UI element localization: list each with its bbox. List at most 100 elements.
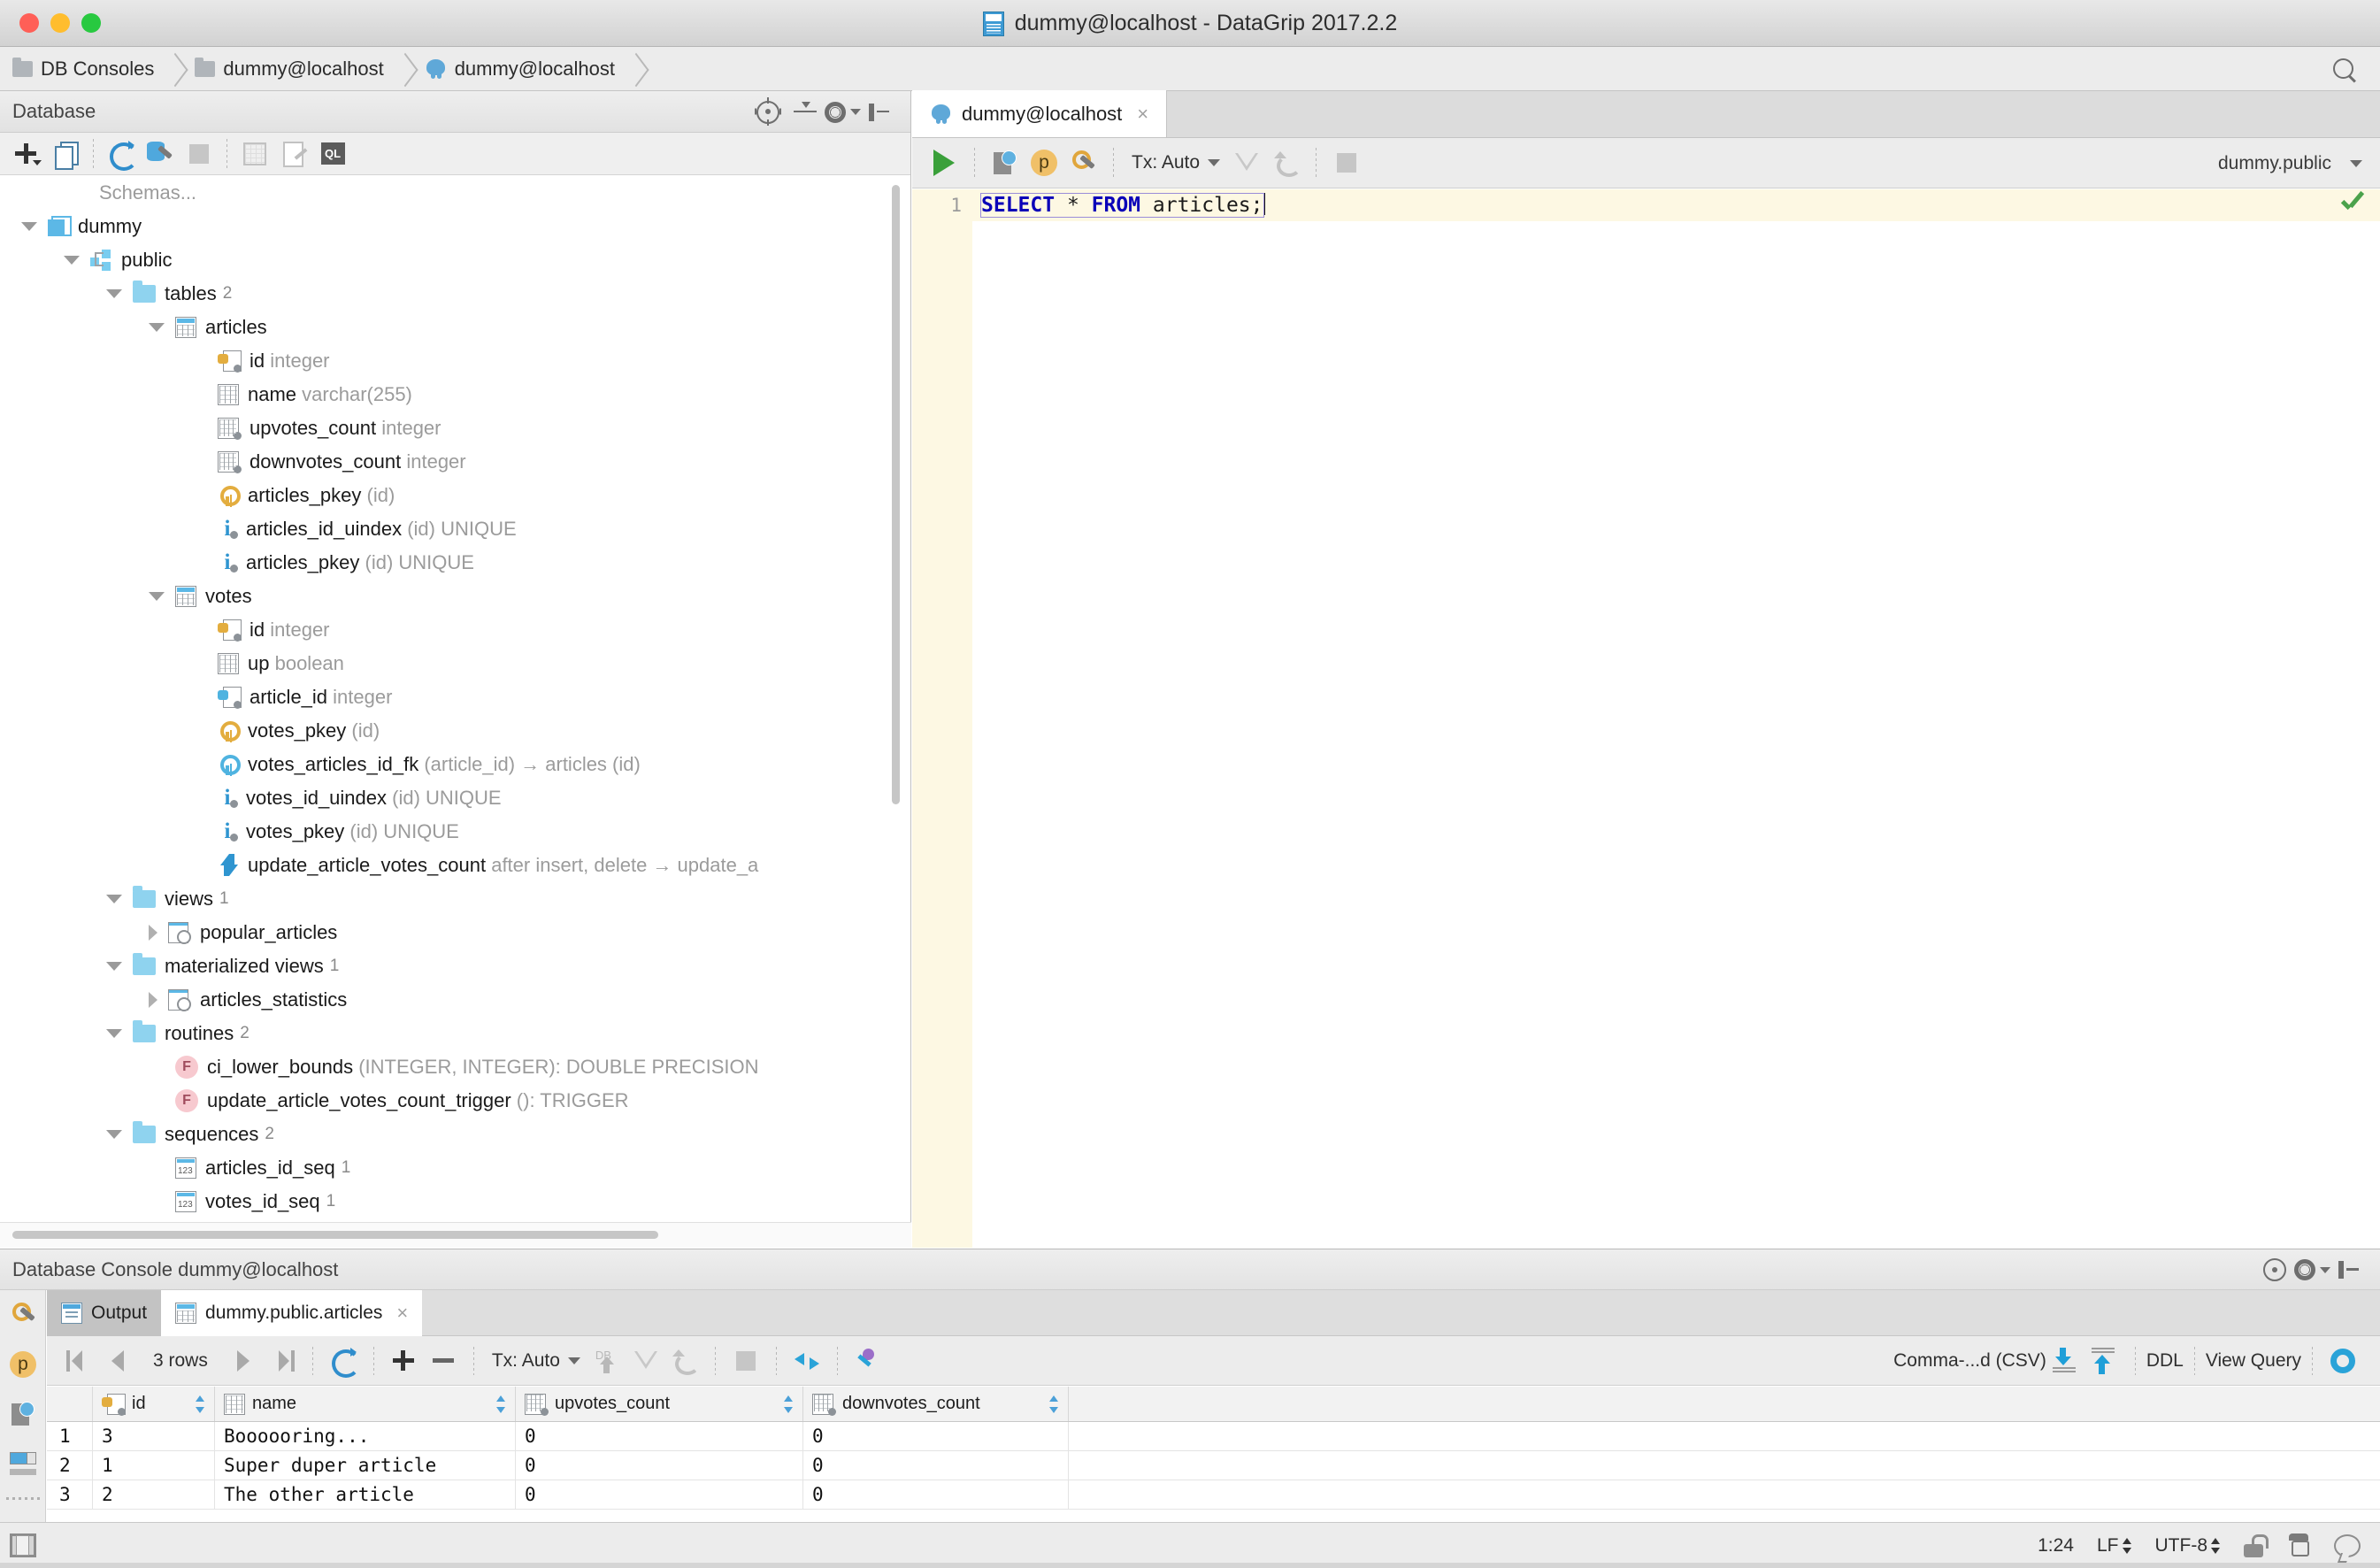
locate-icon[interactable] (749, 91, 787, 133)
grid-cell-id[interactable]: 3 (93, 1422, 215, 1450)
table-row[interactable]: 1 3 Boooooring... 0 0 (47, 1422, 2380, 1451)
tree-item-popular-articles[interactable]: popular_articles (0, 916, 892, 949)
stop-icon[interactable] (1327, 143, 1366, 182)
sql-code-text[interactable]: SELECT * FROM articles; (980, 193, 1265, 218)
tree-vertical-scrollbar[interactable] (892, 185, 900, 804)
tree-item-articles-pkey[interactable]: i articles_pkey (id) UNIQUE (0, 546, 892, 580)
inspection-level-icon[interactable] (2286, 1533, 2311, 1558)
collapse-arrow-icon[interactable] (21, 222, 37, 231)
delete-row-icon[interactable] (424, 1341, 463, 1380)
modify-table-icon[interactable] (274, 135, 313, 173)
tree-item-id[interactable]: id integer (0, 344, 892, 378)
grid-cell-upvotes_count[interactable]: 0 (516, 1451, 803, 1480)
ddl-button[interactable]: DDL (2146, 1350, 2184, 1372)
tree-item-tables[interactable]: tables 2 (0, 277, 892, 311)
sort-toggle-icon[interactable] (495, 1395, 506, 1413)
collapse-arrow-icon[interactable] (106, 895, 122, 903)
tree-item-dummy[interactable]: dummy (0, 210, 892, 243)
transaction-mode-dropdown[interactable]: Tx: Auto (1125, 152, 1227, 173)
go-to-next-row-icon[interactable] (224, 1341, 263, 1380)
hide-panel-icon[interactable] (861, 91, 898, 133)
window-controls[interactable] (19, 13, 101, 33)
expand-arrow-icon[interactable] (149, 992, 157, 1008)
transaction-mode-dropdown[interactable]: Tx: Auto (485, 1350, 587, 1372)
collapse-arrow-icon[interactable] (149, 592, 165, 601)
commit-icon[interactable] (1227, 143, 1266, 182)
submit-icon[interactable]: DB (587, 1341, 626, 1380)
tree-item-votes-pkey[interactable]: i votes_pkey (id) UNIQUE (0, 815, 892, 849)
collapse-arrow-icon[interactable] (106, 962, 122, 971)
query-history-icon[interactable] (986, 143, 1025, 182)
event-log-icon[interactable] (2334, 1533, 2361, 1557)
grid-cell-name[interactable]: The other article (215, 1480, 516, 1509)
encoding[interactable]: UTF-8 (2155, 1535, 2222, 1556)
commit-icon[interactable] (626, 1341, 665, 1380)
export-format-label[interactable]: Comma-...d (CSV) (1893, 1350, 2046, 1372)
grid-cell-upvotes_count[interactable]: 0 (516, 1480, 803, 1509)
locate-icon[interactable] (2256, 1249, 2293, 1291)
go-to-last-row-icon[interactable] (263, 1341, 302, 1380)
grid-cell-downvotes_count[interactable]: 0 (803, 1422, 1069, 1450)
grid-cell-name[interactable]: Boooooring... (215, 1422, 516, 1450)
synchronize-icon[interactable] (102, 135, 141, 173)
add-icon[interactable] (7, 135, 46, 173)
go-to-previous-row-icon[interactable] (98, 1341, 137, 1380)
open-table-editor-icon[interactable] (235, 135, 274, 173)
tree-item-articles[interactable]: articles (0, 311, 892, 344)
result-tab-articles[interactable]: dummy.public.articles × (161, 1289, 423, 1336)
tree-item-articles-id-seq[interactable]: articles_id_seq 1 (0, 1151, 892, 1185)
result-tab-output[interactable]: Output (47, 1289, 162, 1336)
tree-item-routines[interactable]: routines 2 (0, 1017, 892, 1050)
stop-icon[interactable] (726, 1341, 765, 1380)
duplicate-icon[interactable] (46, 135, 85, 173)
close-icon[interactable]: × (396, 1302, 408, 1325)
tree-item-upvotes-count[interactable]: upvotes_count integer (0, 411, 892, 445)
line-separator[interactable]: LF (2097, 1535, 2132, 1556)
grid-column-header-downvotes_count[interactable]: downvotes_count (803, 1387, 1069, 1421)
grid-cell-name[interactable]: Super duper article (215, 1451, 516, 1480)
grid-cell-upvotes_count[interactable]: 0 (516, 1422, 803, 1450)
tree-item-name[interactable]: name varchar(255) (0, 378, 892, 411)
grid-column-header-name[interactable]: name (215, 1387, 516, 1421)
breadcrumb-item-db-consoles[interactable]: DB Consoles (0, 47, 154, 91)
collapse-arrow-icon[interactable] (106, 289, 122, 298)
rollback-icon[interactable] (1266, 143, 1305, 182)
hide-panel-icon[interactable] (2330, 1249, 2368, 1291)
tree-item-public[interactable]: public (0, 243, 892, 277)
settings-gear-icon[interactable] (2293, 1249, 2330, 1291)
breadcrumb-item-console-folder[interactable]: dummy@localhost (182, 47, 384, 91)
jump-to-query-console-icon[interactable]: QL (313, 135, 352, 173)
stop-icon[interactable] (180, 135, 219, 173)
read-only-toggle-icon[interactable] (2244, 1533, 2269, 1557)
close-icon[interactable]: × (1137, 103, 1148, 126)
collapse-arrow-icon[interactable] (106, 1029, 122, 1038)
minimize-window-button[interactable] (50, 13, 70, 33)
reload-page-icon[interactable] (324, 1341, 363, 1380)
maximize-window-button[interactable] (81, 13, 101, 33)
tree-item-materialized-views[interactable]: materialized views 1 (0, 949, 892, 983)
grid-settings-icon[interactable] (2323, 1341, 2362, 1380)
tree-item-schemas-[interactable]: Schemas... (0, 176, 892, 210)
collapse-arrow-icon[interactable] (149, 323, 165, 332)
caret-position[interactable]: 1:24 (2038, 1535, 2074, 1556)
tree-item-articles-pkey[interactable]: articles_pkey (id) (0, 479, 892, 512)
tree-item-update-article-votes-count-trigger[interactable]: Fupdate_article_votes_count_trigger (): … (0, 1084, 892, 1118)
breadcrumb-item-datasource[interactable]: dummy@localhost (412, 47, 615, 91)
grid-column-header-upvotes_count[interactable]: upvotes_count (516, 1387, 803, 1421)
collapse-all-icon[interactable] (787, 91, 824, 133)
grid-column-header-id[interactable]: id (93, 1387, 215, 1421)
expand-arrow-icon[interactable] (149, 925, 157, 941)
grid-cell-id[interactable]: 2 (93, 1480, 215, 1509)
database-tree[interactable]: Schemas... dummy public tables 2 articles id i… (0, 176, 892, 1226)
inspection-passed-icon[interactable] (2341, 195, 2364, 214)
result-data-grid[interactable]: id name upvotes_count downvotes_count 1 3 Boo… (47, 1387, 2380, 1541)
tree-item-articles-id-uindex[interactable]: i articles_id_uindex (id) UNIQUE (0, 512, 892, 546)
toggle-tool-window-icon[interactable] (0, 1523, 46, 1568)
tree-item-votes-pkey[interactable]: votes_pkey (id) (0, 714, 892, 748)
tree-item-votes-id-uindex[interactable]: i votes_id_uindex (id) UNIQUE (0, 781, 892, 815)
editor-tab-console[interactable]: dummy@localhost × (912, 90, 1168, 137)
search-icon[interactable] (2332, 58, 2357, 82)
grid-cell-id[interactable]: 1 (93, 1451, 215, 1480)
database-properties-icon[interactable] (0, 1290, 46, 1340)
run-icon[interactable] (925, 143, 964, 182)
